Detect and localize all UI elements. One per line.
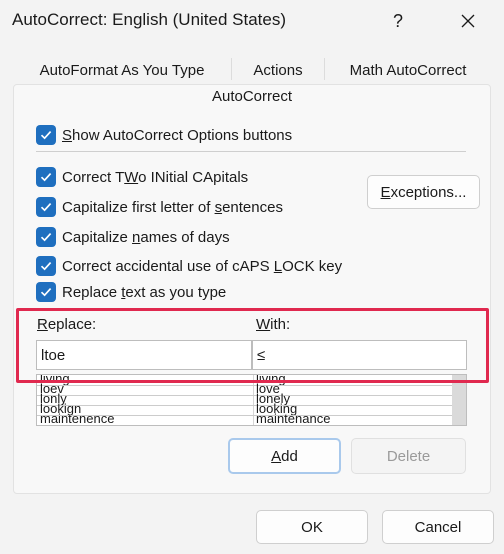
checkbox-checked-icon bbox=[36, 197, 56, 217]
highlight-box bbox=[16, 308, 489, 383]
option-label: Correct TWo INitial CApitals bbox=[62, 168, 249, 186]
option-label: Capitalize first letter of sentences bbox=[62, 198, 283, 216]
close-icon bbox=[461, 14, 475, 28]
replace-text-as-you-type-checkbox[interactable]: Replace text as you type bbox=[36, 281, 226, 303]
checkbox-checked-icon bbox=[36, 256, 56, 276]
tab-autocorrect[interactable]: AutoCorrect bbox=[13, 84, 491, 108]
exceptions-button[interactable]: Exceptions... bbox=[367, 175, 480, 209]
option-label: Replace text as you type bbox=[62, 283, 227, 301]
checkbox-checked-icon bbox=[36, 282, 56, 302]
capitalize-first-letter-sentences-checkbox[interactable]: Capitalize first letter of sentences bbox=[36, 196, 283, 218]
list-item[interactable]: maintenence maintenance bbox=[37, 413, 454, 425]
checkbox-checked-icon bbox=[36, 227, 56, 247]
show-autocorrect-options-checkbox[interactable]: Show AutoCorrect Options buttons bbox=[36, 124, 292, 146]
checkbox-checked-icon bbox=[36, 167, 56, 187]
ok-button[interactable]: OK bbox=[256, 510, 368, 544]
checkbox-checked-icon bbox=[36, 125, 56, 145]
window-title: AutoCorrect: English (United States) bbox=[12, 10, 287, 29]
help-button[interactable]: ? bbox=[376, 0, 420, 42]
delete-button[interactable]: Delete bbox=[351, 438, 466, 474]
cancel-button[interactable]: Cancel bbox=[382, 510, 494, 544]
option-label: Capitalize names of days bbox=[62, 228, 230, 246]
correct-caps-lock-checkbox[interactable]: Correct accidental use of cAPS LOCK key bbox=[36, 255, 342, 277]
add-button[interactable]: Add bbox=[228, 438, 341, 474]
close-button[interactable] bbox=[444, 0, 492, 42]
divider bbox=[36, 151, 466, 152]
capitalize-names-of-days-checkbox[interactable]: Capitalize names of days bbox=[36, 226, 230, 248]
option-label: Correct accidental use of cAPS LOCK key bbox=[62, 257, 343, 275]
option-label: Show AutoCorrect Options buttons bbox=[62, 126, 293, 144]
tab-actions[interactable]: Actions bbox=[232, 56, 324, 84]
tab-autoformat-as-you-type[interactable]: AutoFormat As You Type bbox=[13, 56, 231, 84]
help-icon: ? bbox=[392, 10, 403, 31]
correct-two-initial-capitals-checkbox[interactable]: Correct TWo INitial CApitals bbox=[36, 166, 248, 188]
tab-math-autocorrect[interactable]: Math AutoCorrect bbox=[325, 56, 491, 84]
